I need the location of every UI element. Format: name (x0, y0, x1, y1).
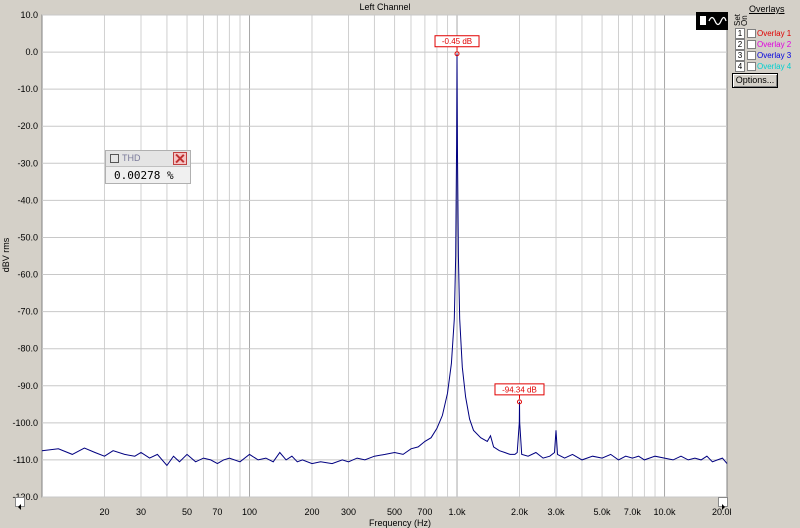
thd-meter[interactable]: THD 0.00278 % (105, 150, 191, 184)
y-tick-label: -30.0 (17, 158, 38, 168)
overlay-checkbox[interactable] (747, 51, 756, 60)
x-tick-label: 1.0k (449, 507, 467, 517)
overlay-checkbox[interactable] (747, 62, 756, 71)
scroll-left-button[interactable] (15, 497, 25, 510)
y-axis-label: dBV rms (1, 237, 11, 272)
peak-marker-label: -94.34 dB (502, 385, 537, 394)
x-tick-label: 200 (304, 507, 319, 517)
overlay-label: Overlay 2 (757, 40, 792, 49)
x-tick-label: 70 (212, 507, 222, 517)
overlay-set-button[interactable]: 3 (735, 50, 745, 61)
x-tick-label: 500 (387, 507, 402, 517)
thd-label: THD (122, 153, 141, 163)
y-tick-label: 10.0 (20, 10, 38, 20)
x-tick-label: 10.0k (654, 507, 677, 517)
x-tick-label: 30 (136, 507, 146, 517)
y-tick-label: -40.0 (17, 195, 38, 205)
y-tick-label: -100.0 (12, 418, 38, 428)
plot-area (41, 14, 728, 498)
y-tick-label: -90.0 (17, 381, 38, 391)
x-tick-label: 3.0k (548, 507, 566, 517)
x-tick-label: 700 (417, 507, 432, 517)
on-label: On (740, 15, 749, 26)
x-tick-label: 300 (341, 507, 356, 517)
waveform-icon[interactable] (696, 12, 728, 30)
overlay-set-button[interactable]: 2 (735, 39, 745, 50)
x-tick-label: 100 (242, 507, 257, 517)
thd-titlebar[interactable]: THD (106, 151, 190, 167)
window-icon (110, 154, 119, 163)
peak-marker-label: -0.45 dB (442, 37, 472, 46)
spectrum-chart: 10.0 0.0 -10.0 -20.0 -30.0 -40.0 -50.0 -60.0 -70… (1, 2, 735, 528)
y-tick-label: -20.0 (17, 121, 38, 131)
overlays-title: Overlays (749, 4, 785, 14)
overlay-checkbox[interactable] (747, 40, 756, 49)
overlay-label: Overlay 3 (757, 51, 792, 60)
x-tick-label: 5.0k (594, 507, 612, 517)
y-tick-label: -70.0 (17, 307, 38, 317)
overlay-checkbox[interactable] (747, 29, 756, 38)
y-tick-label: -80.0 (17, 344, 38, 354)
x-tick-label: 50 (182, 507, 192, 517)
overlay-set-button[interactable]: 4 (735, 61, 745, 72)
overlay-label: Overlay 4 (757, 62, 792, 71)
x-tick-label: 2.0k (511, 507, 529, 517)
x-tick-label: 20 (99, 507, 109, 517)
y-tick-label: 0.0 (25, 47, 38, 57)
chart-title: Left Channel (359, 2, 410, 12)
overlays-panel: Overlays Set On 1 Overlay 1 2 Overlay 2 … (731, 0, 800, 528)
thd-value: 0.00278 % (114, 169, 174, 182)
x-axis-label: Frequency (Hz) (369, 518, 431, 528)
options-button[interactable]: Options... (732, 73, 778, 88)
overlay-label: Overlay 1 (757, 29, 792, 38)
y-tick-label: -50.0 (17, 232, 38, 242)
scroll-right-button[interactable] (718, 497, 728, 510)
close-icon[interactable] (173, 152, 187, 165)
y-tick-label: -10.0 (17, 84, 38, 94)
y-tick-label: -110.0 (13, 455, 38, 465)
x-tick-label: 7.0k (624, 507, 642, 517)
overlay-set-button[interactable]: 1 (735, 28, 745, 39)
y-tick-label: -60.0 (17, 270, 38, 280)
